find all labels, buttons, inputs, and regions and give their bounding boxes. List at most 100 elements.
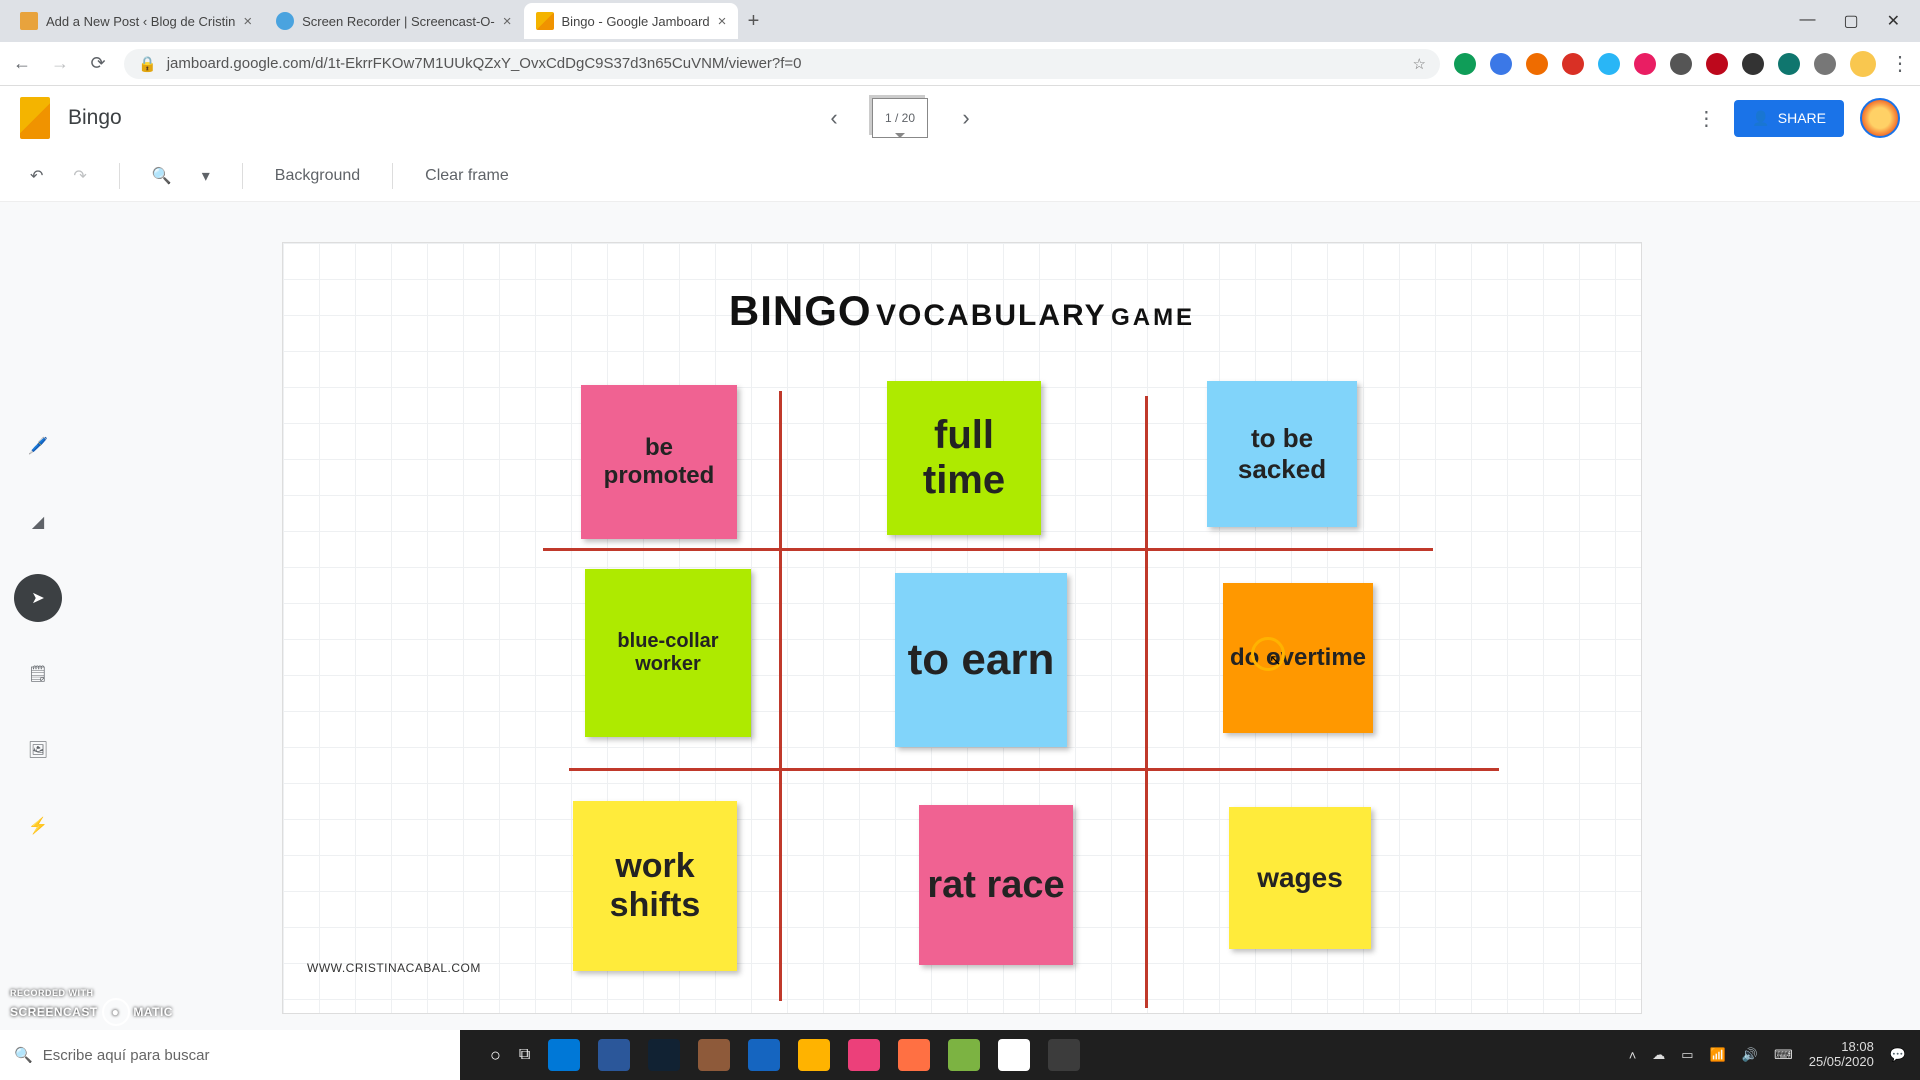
explorer-icon[interactable] (798, 1039, 830, 1071)
sticky-work-shifts[interactable]: work shifts (573, 801, 737, 971)
laser-tool-icon[interactable]: ⚡ (14, 802, 62, 850)
firefox-icon[interactable] (898, 1039, 930, 1071)
pen-tool-icon[interactable]: 🖊️ (14, 422, 62, 470)
sticky-blue-collar[interactable]: blue-collar worker (585, 569, 751, 737)
task-view-icon[interactable]: ⧉ (519, 1046, 530, 1064)
share-button[interactable]: 👤 SHARE (1734, 100, 1844, 137)
recorder-icon[interactable] (1048, 1039, 1080, 1071)
ext-6-icon[interactable] (1634, 53, 1656, 75)
title-word-1: BINGO (729, 287, 872, 334)
tab-1-close-icon[interactable]: × (243, 13, 252, 30)
sticky-wages[interactable]: wages (1229, 807, 1371, 949)
prev-frame-button[interactable]: ‹ (816, 100, 852, 136)
jamboard-logo-icon[interactable] (20, 97, 50, 139)
tab-2-label: Screen Recorder | Screencast-O- (302, 14, 495, 29)
ink-v1 (779, 391, 782, 1001)
document-title[interactable]: Bingo (68, 106, 122, 130)
tray-chevron-icon[interactable]: ˄ (1629, 1048, 1637, 1063)
onedrive-icon[interactable]: ☁ (1652, 1047, 1665, 1063)
back-icon[interactable]: ← (10, 53, 34, 74)
favicon-3 (536, 12, 554, 30)
image-tool-icon[interactable]: 🖼 (14, 726, 62, 774)
sticky-do-overtime[interactable]: do overtime (1223, 583, 1373, 733)
minimize-button[interactable]: — (1799, 11, 1815, 31)
separator-3 (392, 163, 393, 189)
undo-icon[interactable]: ↶ (26, 160, 47, 192)
taskbar-search[interactable]: 🔍 Escribe aquí para buscar (0, 1030, 460, 1080)
close-window-button[interactable]: ✕ (1887, 11, 1900, 31)
ink-h2 (569, 768, 1499, 771)
tab-2-close-icon[interactable]: × (503, 13, 512, 30)
sticky-to-earn[interactable]: to earn (895, 573, 1067, 747)
sticky-note-tool-icon[interactable]: 🗒 (14, 650, 62, 698)
url-field[interactable]: 🔒 jamboard.google.com/d/1t-EkrrFKOw7M1UU… (124, 49, 1440, 79)
lock-icon: 🔒 (138, 55, 157, 73)
sticky-be-promoted[interactable]: be promoted (581, 385, 737, 539)
window-controls: — ▢ ✕ (1799, 11, 1920, 31)
tab-3-close-icon[interactable]: × (718, 13, 727, 30)
app-4-icon[interactable] (848, 1039, 880, 1071)
ink-h1 (543, 548, 1433, 551)
tab-2[interactable]: Screen Recorder | Screencast-O- × (264, 3, 523, 39)
volume-icon[interactable]: 🔊 (1742, 1047, 1758, 1063)
app-2-icon[interactable] (698, 1039, 730, 1071)
search-icon: 🔍 (14, 1046, 33, 1064)
frame-counter[interactable]: 1 / 20 (872, 98, 928, 138)
notifications-icon[interactable]: 💬 (1890, 1047, 1906, 1063)
cortana-icon[interactable]: ○ (490, 1045, 501, 1066)
ext-7-icon[interactable] (1670, 53, 1692, 75)
watermark-line2: SCREENCAST (10, 1005, 98, 1019)
next-frame-button[interactable]: › (948, 100, 984, 136)
edge-icon[interactable] (548, 1039, 580, 1071)
clear-frame-button[interactable]: Clear frame (421, 161, 513, 191)
battery-icon[interactable]: ▭ (1681, 1047, 1693, 1063)
sticky-full-time[interactable]: full time (887, 381, 1041, 535)
tab-1[interactable]: Add a New Post ‹ Blog de Cristin × (8, 3, 264, 39)
profile-avatar[interactable] (1850, 51, 1876, 77)
watermark-line3: MATIC (133, 1005, 173, 1019)
ext-11-icon[interactable] (1814, 53, 1836, 75)
ext-5-icon[interactable] (1598, 53, 1620, 75)
frame-nav: ‹ 1 / 20 › (122, 98, 1679, 138)
sticky-to-be-sacked[interactable]: to be sacked (1207, 381, 1357, 527)
forward-icon[interactable]: → (48, 53, 72, 74)
star-icon[interactable]: ☆ (1413, 55, 1426, 73)
chrome-menu-icon[interactable]: ⋮ (1890, 51, 1910, 76)
zoom-dropdown-icon[interactable]: ▾ (198, 160, 214, 192)
sticky-rat-race[interactable]: rat race (919, 805, 1073, 965)
account-avatar[interactable] (1860, 98, 1900, 138)
background-button[interactable]: Background (271, 161, 364, 191)
url-text: jamboard.google.com/d/1t-EkrrFKOw7M1UUkQ… (167, 55, 802, 72)
search-placeholder: Escribe aquí para buscar (43, 1047, 210, 1064)
pinterest-icon[interactable] (1706, 53, 1728, 75)
zoom-icon[interactable]: 🔍 (148, 160, 176, 192)
reload-icon[interactable]: ⟳ (86, 53, 110, 74)
ext-10-icon[interactable] (1778, 53, 1800, 75)
clock-date: 25/05/2020 (1809, 1055, 1874, 1070)
redo-icon[interactable]: ↷ (69, 160, 90, 192)
recorder-watermark: RECORDED WITH SCREENCAST ● MATIC (10, 988, 173, 1026)
wifi-icon[interactable]: 📶 (1710, 1047, 1726, 1063)
taskbar-clock[interactable]: 18:08 25/05/2020 (1809, 1040, 1874, 1070)
separator (119, 163, 120, 189)
record-indicator-icon: ● (102, 998, 130, 1026)
word-icon[interactable] (598, 1039, 630, 1071)
jam-canvas[interactable]: BINGO VOCABULARY GAME be promoted full t… (282, 242, 1642, 1014)
app-1-icon[interactable] (648, 1039, 680, 1071)
language-icon[interactable]: ⌨ (1774, 1047, 1793, 1063)
ext-3-icon[interactable] (1526, 53, 1548, 75)
new-tab-button[interactable]: + (738, 6, 768, 36)
camtasia-icon[interactable] (948, 1039, 980, 1071)
gmail-icon[interactable] (1562, 53, 1584, 75)
maximize-button[interactable]: ▢ (1843, 11, 1858, 31)
app-3-icon[interactable] (748, 1039, 780, 1071)
select-tool-icon[interactable]: ➤ (14, 574, 62, 622)
tab-3[interactable]: Bingo - Google Jamboard × (524, 3, 739, 39)
chrome-icon[interactable] (998, 1039, 1030, 1071)
ext-2-icon[interactable] (1490, 53, 1512, 75)
canvas-title: BINGO VOCABULARY GAME (283, 287, 1641, 335)
eraser-tool-icon[interactable]: ◢ (14, 498, 62, 546)
ext-9-icon[interactable] (1742, 53, 1764, 75)
ext-1-icon[interactable] (1454, 53, 1476, 75)
more-menu-icon[interactable]: ⋮ (1678, 106, 1734, 131)
